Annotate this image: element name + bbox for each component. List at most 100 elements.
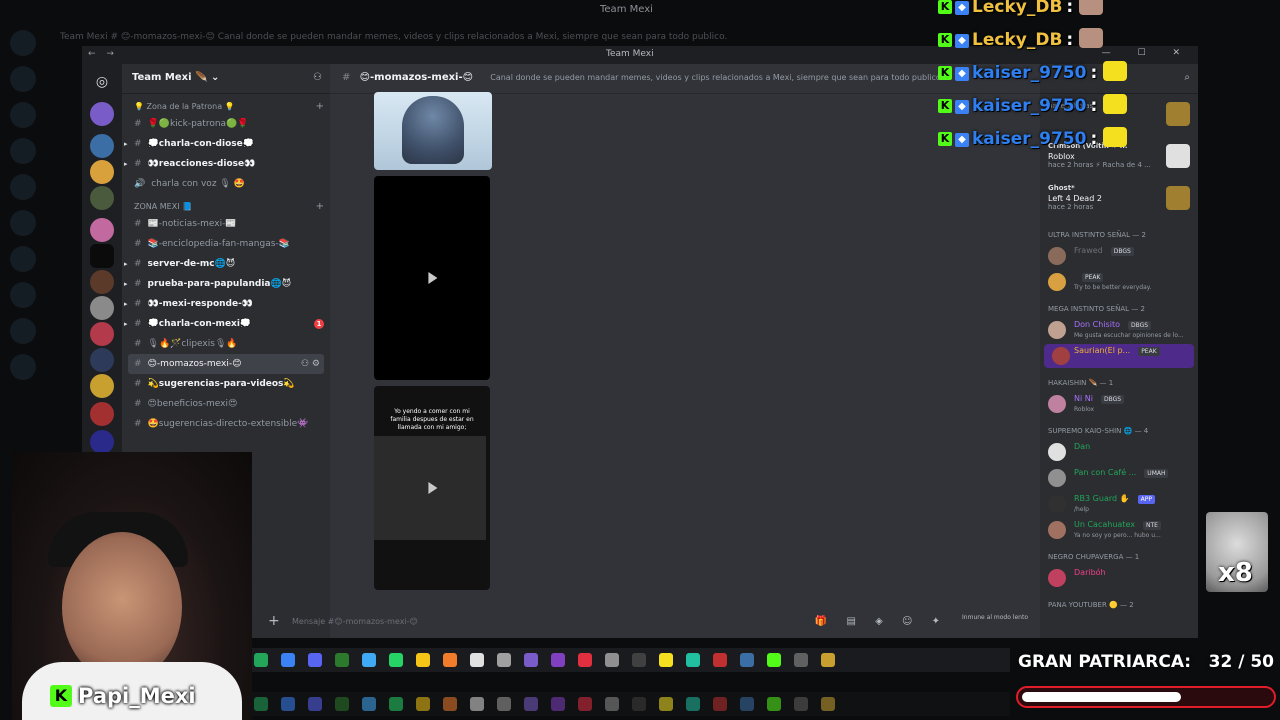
- taskbar-app-icon[interactable]: [659, 697, 673, 711]
- back-forward-icons[interactable]: ← →: [88, 49, 118, 59]
- server-icon[interactable]: [90, 270, 114, 294]
- channel-item[interactable]: # 🎙🔥🪄clipexis🎙🔥: [122, 334, 330, 354]
- taskbar-app-icon[interactable]: [659, 653, 673, 667]
- taskbar-app-icon[interactable]: [686, 697, 700, 711]
- channel-item[interactable]: # 🤩sugerencias-directo-extensible👾: [122, 414, 330, 434]
- taskbar-app-icon[interactable]: [308, 697, 322, 711]
- server-icon[interactable]: [90, 186, 114, 210]
- taskbar-app-icon[interactable]: [686, 653, 700, 667]
- composer-tool-icons[interactable]: 🎁 ▤ ◈ ☺ ✦: [815, 616, 948, 627]
- taskbar-app-icon[interactable]: [281, 697, 295, 711]
- taskbar-app-icon[interactable]: [416, 653, 430, 667]
- video-attachment[interactable]: Yo yendo a comer con mi familia despues …: [374, 386, 490, 590]
- taskbar-app-icon[interactable]: [632, 697, 646, 711]
- taskbar-app-icon[interactable]: [551, 697, 565, 711]
- member-row[interactable]: Don Chisito DBGS Me gusta escuchar opinion…: [1040, 318, 1198, 342]
- taskbar-app-icon[interactable]: [389, 653, 403, 667]
- member-row[interactable]: Un Cacahuatex NTE Ya no soy yo pero... hub…: [1040, 518, 1198, 542]
- add-member-icon[interactable]: ⚇: [313, 72, 322, 83]
- taskbar-app-icon[interactable]: [713, 697, 727, 711]
- channel-item[interactable]: ▸ # 👀reacciones-diose👀: [122, 154, 330, 174]
- channel-item[interactable]: ▸ # 💭charla-con-diose💭: [122, 134, 330, 154]
- taskbar-app-icon[interactable]: [713, 653, 727, 667]
- channel-item[interactable]: # 💫sugerencias-para-videos💫: [122, 374, 330, 394]
- taskbar-app-icon[interactable]: [416, 697, 430, 711]
- server-icon[interactable]: [90, 134, 114, 158]
- taskbar-app-icon[interactable]: [578, 697, 592, 711]
- message-composer[interactable]: + Mensaje #😊-momazos-mexi-😊 🎁 ▤ ◈ ☺ ✦: [262, 609, 948, 635]
- server-icon[interactable]: [90, 218, 114, 242]
- taskbar-app-icon[interactable]: [335, 697, 349, 711]
- discord-home-icon[interactable]: ◎: [90, 70, 114, 94]
- taskbar-app-icon[interactable]: [281, 653, 295, 667]
- add-attachment-icon[interactable]: +: [268, 613, 280, 629]
- member-row[interactable]: Ni Ni DBGS Roblox: [1040, 392, 1198, 416]
- channel-item[interactable]: # 🌹🟢kick-patrona🟢🌹: [122, 114, 330, 134]
- taskbar-app-icon[interactable]: [497, 653, 511, 667]
- channel-item[interactable]: # 📰-noticias-mexi-📰: [122, 214, 330, 234]
- taskbar-app-icon[interactable]: [389, 697, 403, 711]
- server-icon[interactable]: [90, 322, 114, 346]
- taskbar-app-icon[interactable]: [335, 653, 349, 667]
- channel-item[interactable]: # 😊-momazos-mexi-😊 ⚇ ⚙: [128, 354, 324, 374]
- taskbar-app-icon[interactable]: [605, 653, 619, 667]
- play-icon[interactable]: [428, 272, 438, 284]
- channel-item[interactable]: ▸ # 👀-mexi-responde-👀: [122, 294, 330, 314]
- channel-item[interactable]: 🔊 charla con voz 🎙 🤩: [122, 174, 330, 194]
- server-icon[interactable]: [90, 102, 114, 126]
- member-row[interactable]: Daribóh: [1040, 566, 1198, 590]
- taskbar-app-icon[interactable]: [740, 653, 754, 667]
- video-attachment[interactable]: [374, 176, 490, 380]
- taskbar-app-icon[interactable]: [497, 697, 511, 711]
- server-icon[interactable]: [90, 374, 114, 398]
- member-row[interactable]: Pan con Café ... UMAH: [1040, 466, 1198, 490]
- play-icon[interactable]: [428, 482, 438, 494]
- taskbar-app-icon[interactable]: [551, 653, 565, 667]
- taskbar-app-icon[interactable]: [740, 697, 754, 711]
- member-row[interactable]: Dan: [1040, 440, 1198, 464]
- taskbar-app-icon[interactable]: [605, 697, 619, 711]
- taskbar-app-icon[interactable]: [254, 653, 268, 667]
- add-channel-icon[interactable]: +: [316, 200, 324, 214]
- taskbar-app-icon[interactable]: [524, 697, 538, 711]
- taskbar-app-icon[interactable]: [362, 653, 376, 667]
- server-icon[interactable]: [90, 402, 114, 426]
- taskbar-app-icon[interactable]: [821, 697, 835, 711]
- taskbar-app-icon[interactable]: [767, 697, 781, 711]
- taskbar-app-icon[interactable]: [632, 653, 646, 667]
- meme-image[interactable]: [374, 92, 492, 170]
- taskbar-app-icon[interactable]: [308, 653, 322, 667]
- server-icon[interactable]: [90, 430, 114, 454]
- server-header[interactable]: Team Mexi 🪶 ⌄ ⚇: [122, 64, 330, 94]
- channel-settings-icon[interactable]: ⚇ ⚙: [301, 354, 320, 374]
- channel-item[interactable]: # 😍beneficios-mexi😍: [122, 394, 330, 414]
- server-icon[interactable]: [90, 348, 114, 372]
- taskbar-app-icon[interactable]: [470, 697, 484, 711]
- taskbar-app-icon[interactable]: [254, 697, 268, 711]
- member-row[interactable]: PEAK Try to be better everyday.: [1040, 270, 1198, 294]
- member-row[interactable]: RB3 Guard ✋ APP/help: [1040, 492, 1198, 516]
- taskbar-app-icon[interactable]: [470, 653, 484, 667]
- category-header[interactable]: 💡 Zona de la Patrona 💡 +: [122, 100, 330, 114]
- message-placeholder[interactable]: Mensaje #😊-momazos-mexi-😊: [292, 617, 418, 626]
- server-icon[interactable]: [90, 296, 114, 320]
- taskbar-app-icon[interactable]: [794, 653, 808, 667]
- channel-item[interactable]: ▸ # server-de-mc🌐😈: [122, 254, 330, 274]
- server-icon[interactable]: [90, 160, 114, 184]
- taskbar-app-icon[interactable]: [524, 653, 538, 667]
- channel-item[interactable]: # 📚-enciclopedia-fan-mangas-📚: [122, 234, 330, 254]
- channel-item[interactable]: ▸ # prueba-para-papulandia🌐😈: [122, 274, 330, 294]
- member-row[interactable]: Frawed DBGS: [1040, 244, 1198, 268]
- channel-item[interactable]: ▸ # 💭charla-con-mexi💭 1: [122, 314, 330, 334]
- taskbar-app-icon[interactable]: [578, 653, 592, 667]
- taskbar-app-icon[interactable]: [794, 697, 808, 711]
- taskbar-app-icon[interactable]: [767, 653, 781, 667]
- kick-server-icon[interactable]: [90, 244, 114, 268]
- category-header[interactable]: ZONA MEXI 📘 +: [122, 200, 330, 214]
- member-row[interactable]: Saurian(El p... PEAK: [1044, 344, 1194, 368]
- taskbar-app-icon[interactable]: [362, 697, 376, 711]
- taskbar-app-icon[interactable]: [821, 653, 835, 667]
- taskbar-app-icon[interactable]: [443, 697, 457, 711]
- activity-card[interactable]: Ghost* Left 4 Dead 2 hace 2 horas: [1040, 178, 1198, 220]
- taskbar-app-icon[interactable]: [443, 653, 457, 667]
